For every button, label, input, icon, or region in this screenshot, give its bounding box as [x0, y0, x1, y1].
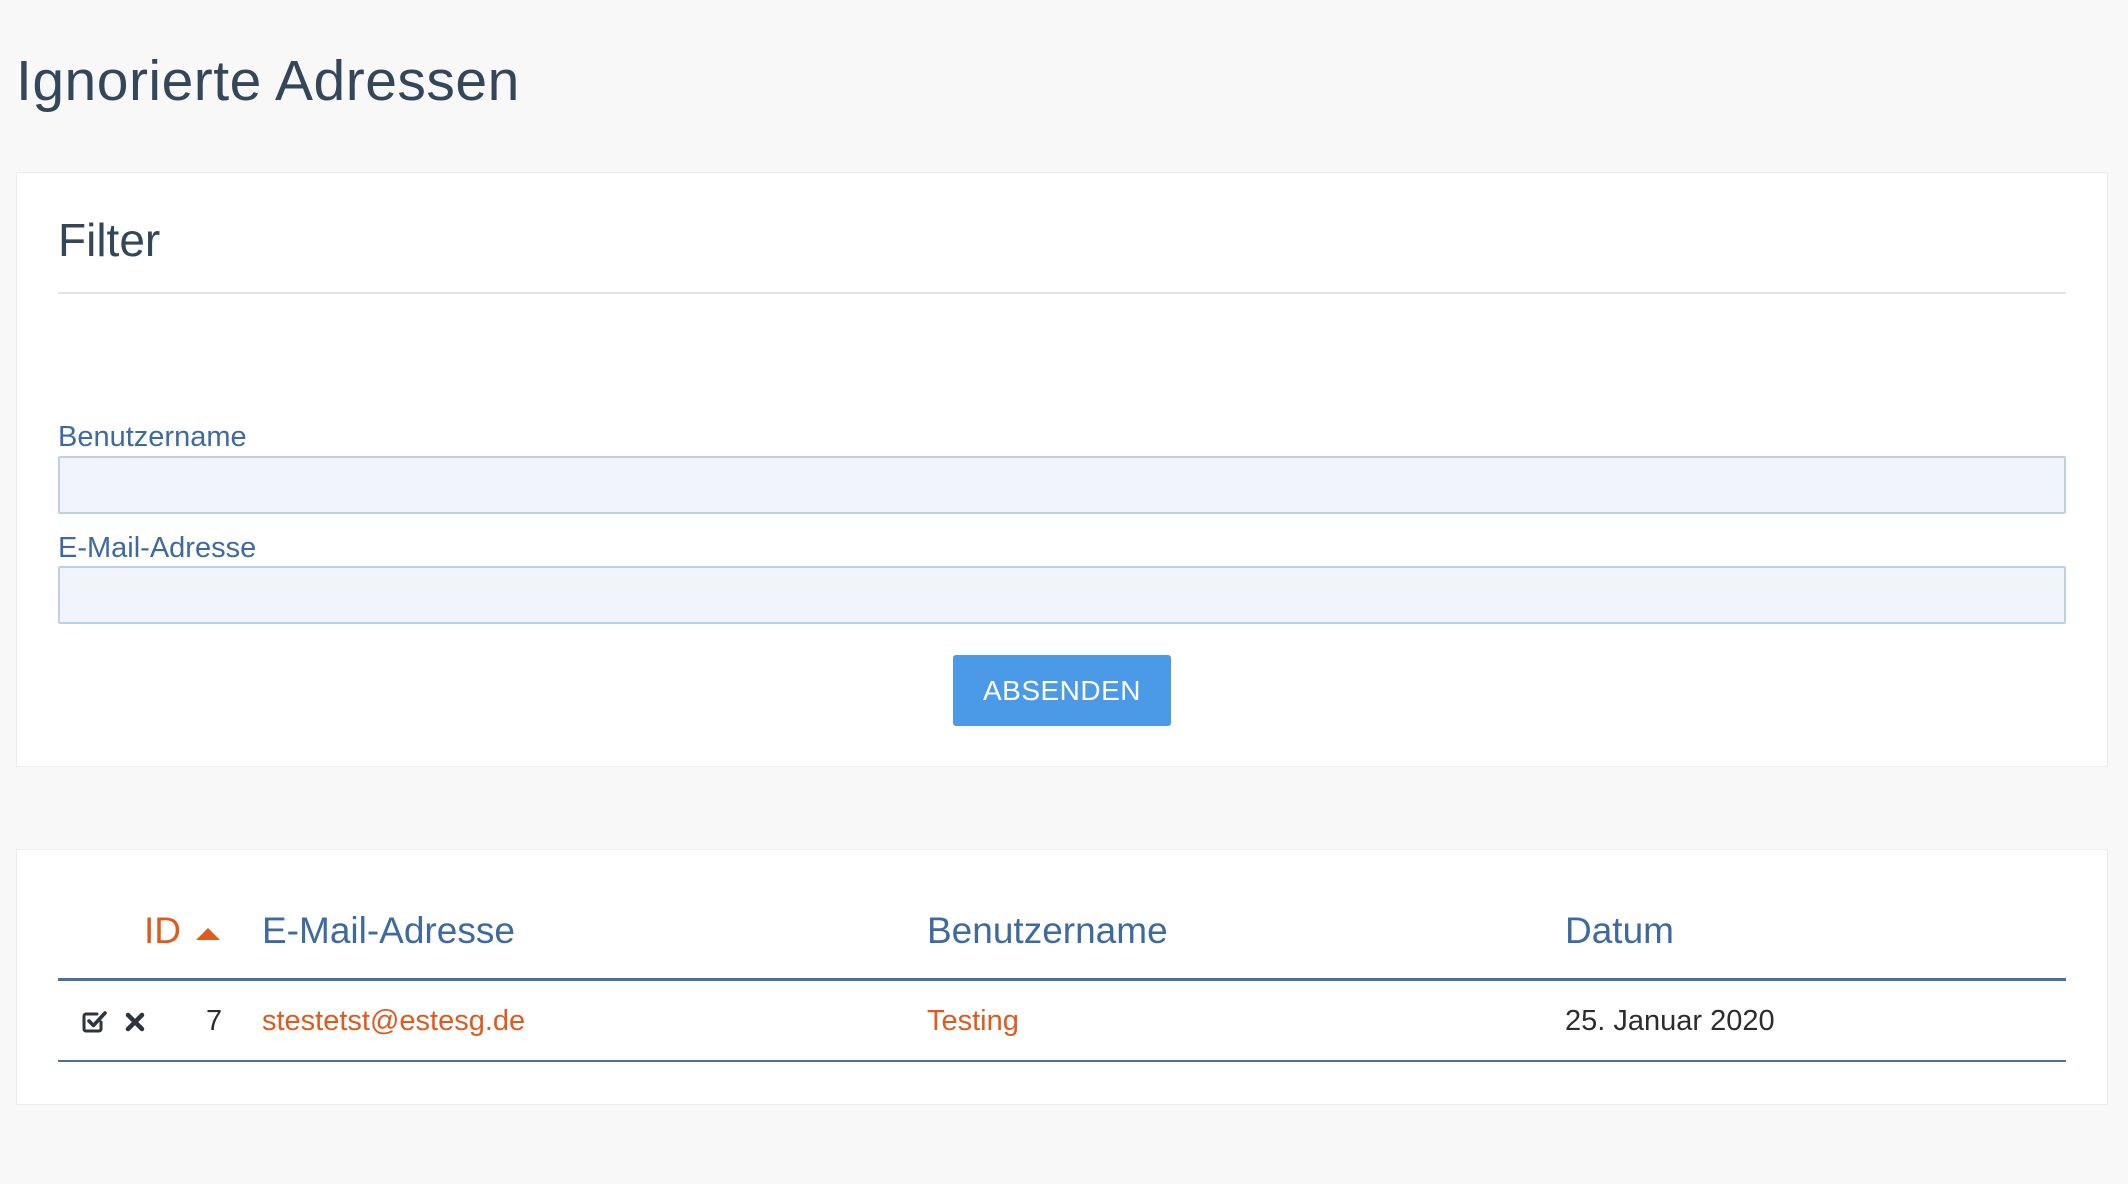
results-table: ID E-Mail-Adresse Benutzername Datum 7 s…: [58, 850, 2066, 1106]
check-square-icon[interactable]: [80, 1007, 110, 1037]
column-header-id[interactable]: ID: [144, 910, 181, 952]
results-panel: ID E-Mail-Adresse Benutzername Datum 7 s…: [16, 849, 2108, 1105]
filter-panel: Filter Benutzername E-Mail-Adresse ABSEN…: [16, 172, 2108, 767]
filter-title: Filter: [58, 214, 161, 266]
submit-button[interactable]: ABSENDEN: [953, 655, 1171, 726]
column-header-email[interactable]: E-Mail-Adresse: [262, 910, 515, 952]
email-label: E-Mail-Adresse: [58, 532, 257, 564]
table-cell-username-link[interactable]: Testing: [927, 1005, 1019, 1038]
sort-ascending-icon[interactable]: [196, 928, 220, 940]
table-cell-email-link[interactable]: stestetst@estesg.de: [262, 1005, 525, 1038]
close-icon[interactable]: [120, 1007, 150, 1037]
table-cell-id: 7: [206, 1005, 223, 1037]
table-cell-date: 25. Januar 2020: [1565, 1005, 1775, 1037]
table-row-divider: [58, 1060, 2066, 1062]
filter-divider: [58, 292, 2066, 294]
table-header-divider: [58, 978, 2066, 981]
username-label: Benutzername: [58, 421, 247, 453]
column-header-username[interactable]: Benutzername: [927, 910, 1168, 952]
email-input[interactable]: [58, 566, 2066, 624]
page-title: Ignorierte Adressen: [16, 49, 520, 113]
page: Ignorierte Adressen Filter Benutzername …: [0, 0, 2128, 1184]
username-input[interactable]: [58, 456, 2066, 514]
column-header-date[interactable]: Datum: [1565, 910, 1674, 952]
